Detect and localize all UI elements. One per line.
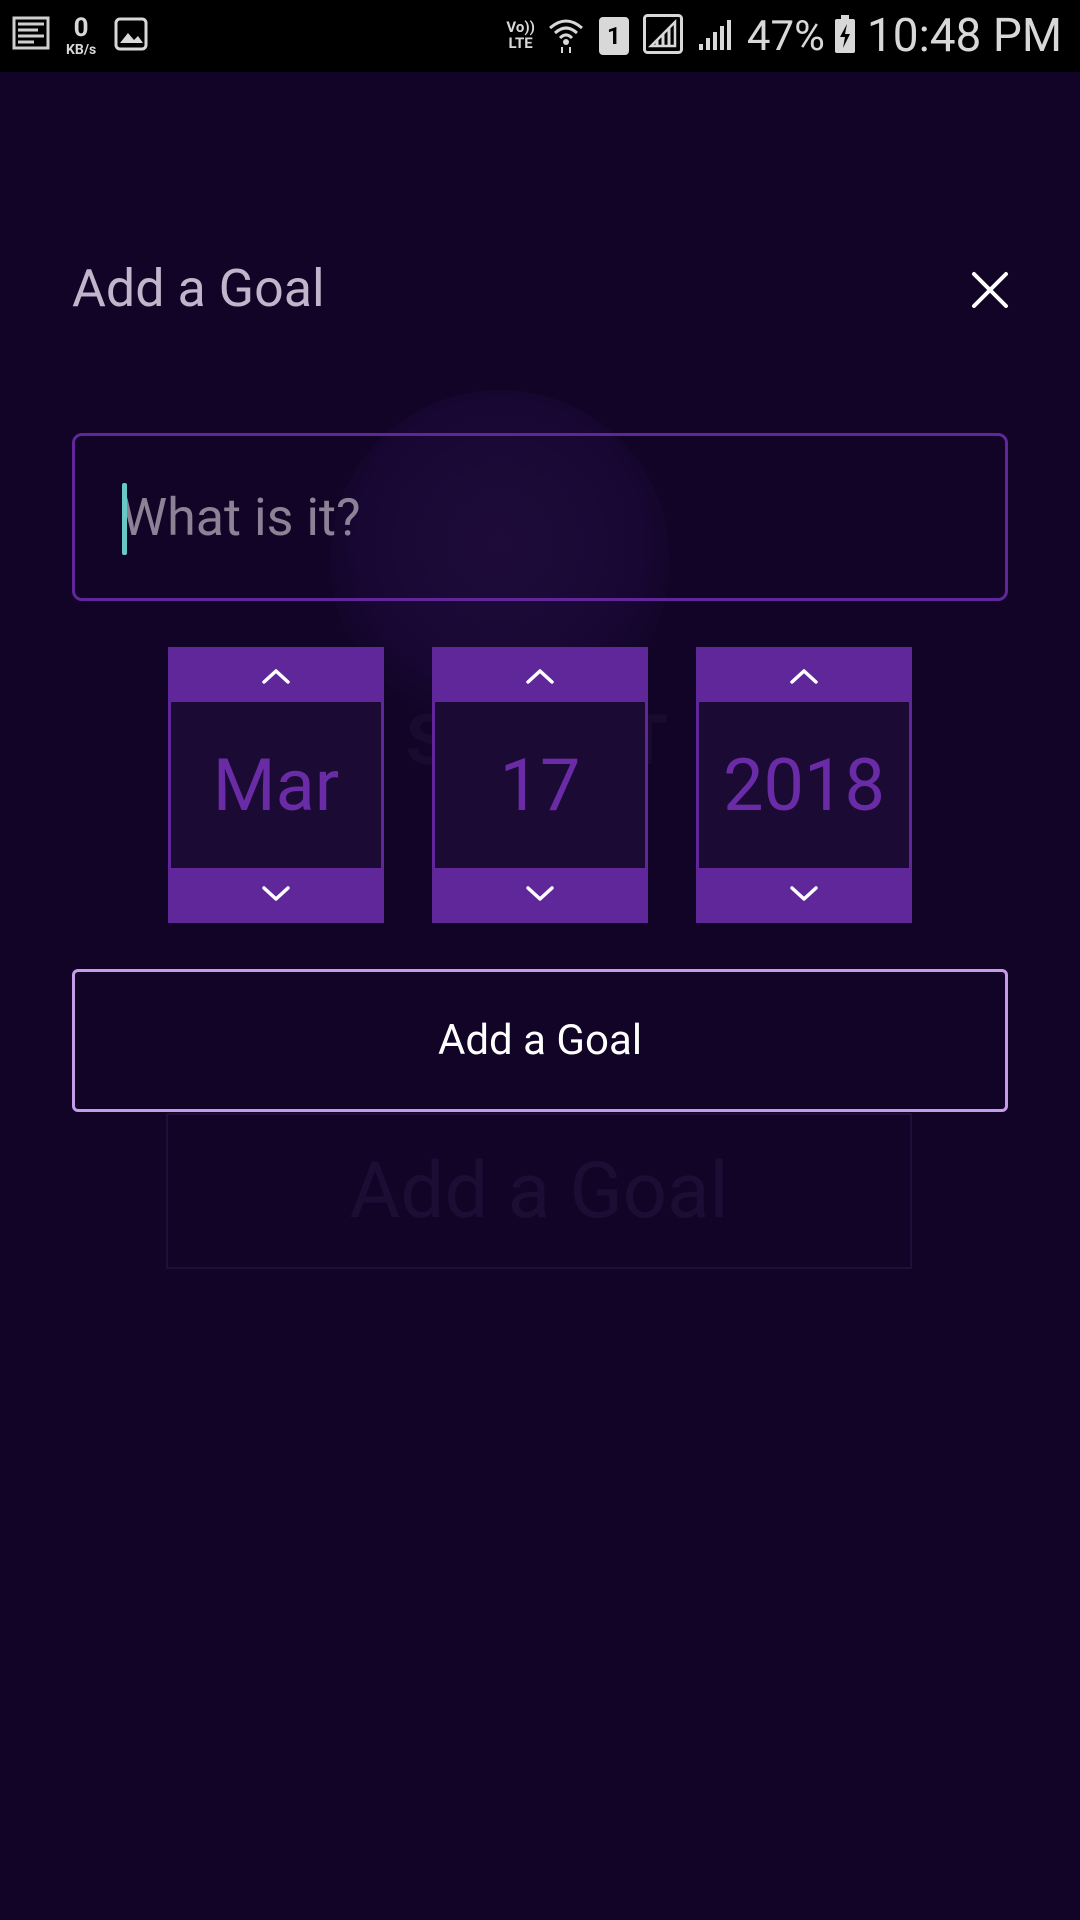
status-bar-left: 0 KB/s	[12, 0, 162, 72]
goal-name-input[interactable]	[121, 474, 941, 560]
status-bar: 0 KB/s Vo)) LTE 1 47% 10:48 PM	[0, 0, 1080, 72]
add-goal-button[interactable]: Add a Goal	[72, 969, 1008, 1112]
chevron-down-icon	[262, 886, 290, 901]
day-down-button[interactable]	[435, 868, 645, 920]
goal-input-container	[72, 433, 1008, 601]
chevron-up-icon	[262, 669, 290, 684]
data-speed-unit: KB/s	[66, 42, 97, 58]
screen: 0 KB/s Vo)) LTE 1 47% 10:48 PM Add a Goa…	[0, 0, 1080, 1920]
month-down-button[interactable]	[171, 868, 381, 920]
text-cursor	[122, 483, 127, 555]
month-picker: Mar	[168, 647, 384, 923]
status-bar-right: Vo)) LTE 1 47% 10:48 PM	[506, 0, 1062, 72]
day-picker: 17	[432, 647, 648, 923]
lte-label: LTE	[508, 34, 533, 52]
month-value: Mar	[212, 742, 340, 828]
data-speed-indicator: 0 KB/s	[66, 15, 96, 57]
volte-indicator: Vo)) LTE	[506, 19, 534, 52]
day-up-button[interactable]	[435, 650, 645, 702]
clock: 10:48 PM	[866, 9, 1062, 63]
battery-percent: 47%	[746, 11, 825, 61]
gallery-icon	[114, 17, 148, 55]
year-down-button[interactable]	[699, 868, 909, 920]
year-value: 2018	[723, 742, 885, 828]
notification-app-icon	[12, 14, 52, 58]
signal-sim1-icon	[642, 14, 683, 58]
signal-sim2-icon	[697, 16, 733, 56]
background-add-goal-button: Add a Goal	[166, 1113, 912, 1269]
close-button[interactable]	[968, 268, 1012, 312]
day-value: 17	[499, 742, 581, 828]
sim-slot-indicator: 1	[598, 17, 629, 55]
chevron-up-icon	[526, 669, 554, 684]
chevron-down-icon	[526, 886, 554, 901]
close-icon	[972, 272, 1008, 308]
month-up-button[interactable]	[171, 650, 381, 702]
year-up-button[interactable]	[699, 650, 909, 702]
chevron-down-icon	[790, 886, 818, 901]
wifi-icon	[547, 14, 585, 58]
year-picker: 2018	[696, 647, 912, 923]
chevron-up-icon	[790, 669, 818, 684]
dialog-title: Add a Goal	[72, 258, 325, 319]
battery-charging-icon	[833, 14, 857, 58]
data-speed-value: 0	[73, 13, 89, 43]
